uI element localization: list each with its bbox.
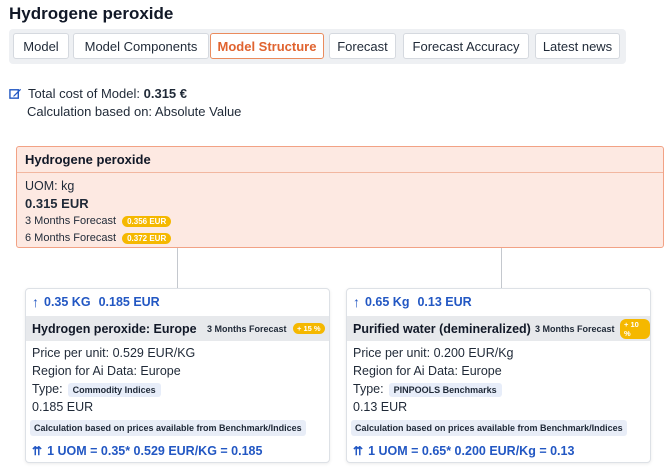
tab-forecast[interactable]: Forecast — [329, 33, 396, 59]
component-card-purified-water[interactable]: ↑ 0.65 Kg 0.13 EUR Purified water (demin… — [346, 288, 651, 463]
root-forecast-3m: 3 Months Forecast 0.356 EUR — [25, 215, 172, 227]
component-type: Type: Commodity Indices — [32, 382, 161, 397]
component-calc-note: Calculation based on prices available fr… — [351, 420, 627, 436]
root-forecast-3m-badge: 0.356 EUR — [122, 215, 172, 227]
component-forecast-label: 3 Months Forecast — [207, 323, 287, 334]
component-formula: ⇈ 1 UOM = 0.35* 0.529 EUR/KG = 0.185 — [32, 444, 262, 458]
edit-icon[interactable] — [9, 87, 22, 100]
component-price-per-unit: Price per unit: 0.529 EUR/KG — [32, 346, 196, 360]
tab-model[interactable]: Model — [13, 33, 69, 59]
double-arrow-up-icon: ⇈ — [32, 444, 42, 458]
component-forecast-badge: + 10 % — [620, 318, 650, 339]
double-arrow-up-icon: ⇈ — [353, 444, 363, 458]
arrow-up-icon: ↑ — [32, 294, 39, 310]
arrow-up-icon: ↑ — [353, 294, 360, 310]
component-value: 0.13 EUR — [353, 400, 408, 414]
root-forecast-6m-label: 6 Months Forecast — [25, 232, 117, 244]
component-card-hydrogen-peroxide[interactable]: ↑ 0.35 KG 0.185 EUR Hydrogen peroxide: E… — [25, 288, 330, 463]
component-type: Type: PINPOOLS Benchmarks — [353, 382, 502, 397]
total-cost-value: 0.315 € — [143, 86, 187, 101]
component-cost: 0.13 EUR — [417, 295, 472, 309]
root-price: 0.315 EUR — [25, 196, 89, 211]
component-calc-note: Calculation based on prices available fr… — [30, 420, 306, 436]
root-forecast-6m: 6 Months Forecast 0.372 EUR — [25, 232, 172, 244]
component-region: Region for Ai Data: Europe — [353, 364, 502, 378]
page-title: Hydrogene peroxide — [9, 4, 174, 23]
total-cost-line: Total cost of Model: 0.315 € — [9, 86, 187, 101]
component-price-per-unit: Price per unit: 0.200 EUR/Kg — [353, 346, 514, 360]
component-header: ↑ 0.65 Kg 0.13 EUR — [353, 294, 472, 310]
component-forecast-label: 3 Months Forecast — [535, 323, 615, 334]
component-quantity: 0.65 Kg — [365, 295, 410, 309]
component-name: Purified water (demineralized) — [353, 321, 531, 336]
component-region: Region for Ai Data: Europe — [32, 364, 181, 378]
component-type-label: Type: — [353, 382, 384, 396]
root-node-title: Hydrogene peroxide — [17, 147, 663, 173]
component-cost: 0.185 EUR — [98, 295, 160, 309]
component-type-badge: Commodity Indices — [67, 382, 161, 397]
component-title-band: Hydrogen peroxide: Europe 3 Months Forec… — [26, 316, 329, 341]
connector-left — [177, 248, 178, 288]
root-forecast-3m-label: 3 Months Forecast — [25, 215, 117, 227]
component-formula-text: 1 UOM = 0.65* 0.200 EUR/Kg = 0.13 — [368, 444, 575, 458]
tab-model-structure[interactable]: Model Structure — [210, 33, 324, 59]
total-cost-label: Total cost of Model: — [28, 86, 140, 101]
component-formula: ⇈ 1 UOM = 0.65* 0.200 EUR/Kg = 0.13 — [353, 444, 574, 458]
component-title-band: Purified water (demineralized) 3 Months … — [347, 316, 650, 341]
root-uom: UOM: kg — [25, 179, 75, 193]
component-type-label: Type: — [32, 382, 63, 396]
tab-model-components[interactable]: Model Components — [73, 33, 209, 59]
component-name: Hydrogen peroxide: Europe — [32, 321, 197, 336]
component-forecast-badge: + 15 % — [293, 323, 325, 334]
component-header: ↑ 0.35 KG 0.185 EUR — [32, 294, 160, 310]
tab-forecast-accuracy[interactable]: Forecast Accuracy — [403, 33, 529, 59]
connector-right — [501, 248, 502, 288]
tab-latest-news[interactable]: Latest news — [535, 33, 620, 59]
component-formula-text: 1 UOM = 0.35* 0.529 EUR/KG = 0.185 — [47, 444, 263, 458]
tab-bar: Model Model Components Model Structure F… — [9, 29, 626, 64]
component-value: 0.185 EUR — [32, 400, 94, 414]
root-node-card[interactable]: Hydrogene peroxide UOM: kg 0.315 EUR 3 M… — [16, 146, 664, 248]
component-quantity: 0.35 KG — [44, 295, 91, 309]
calculation-basis: Calculation based on: Absolute Value — [27, 104, 242, 119]
root-forecast-6m-badge: 0.372 EUR — [122, 232, 172, 244]
component-type-badge: PINPOOLS Benchmarks — [388, 382, 502, 397]
